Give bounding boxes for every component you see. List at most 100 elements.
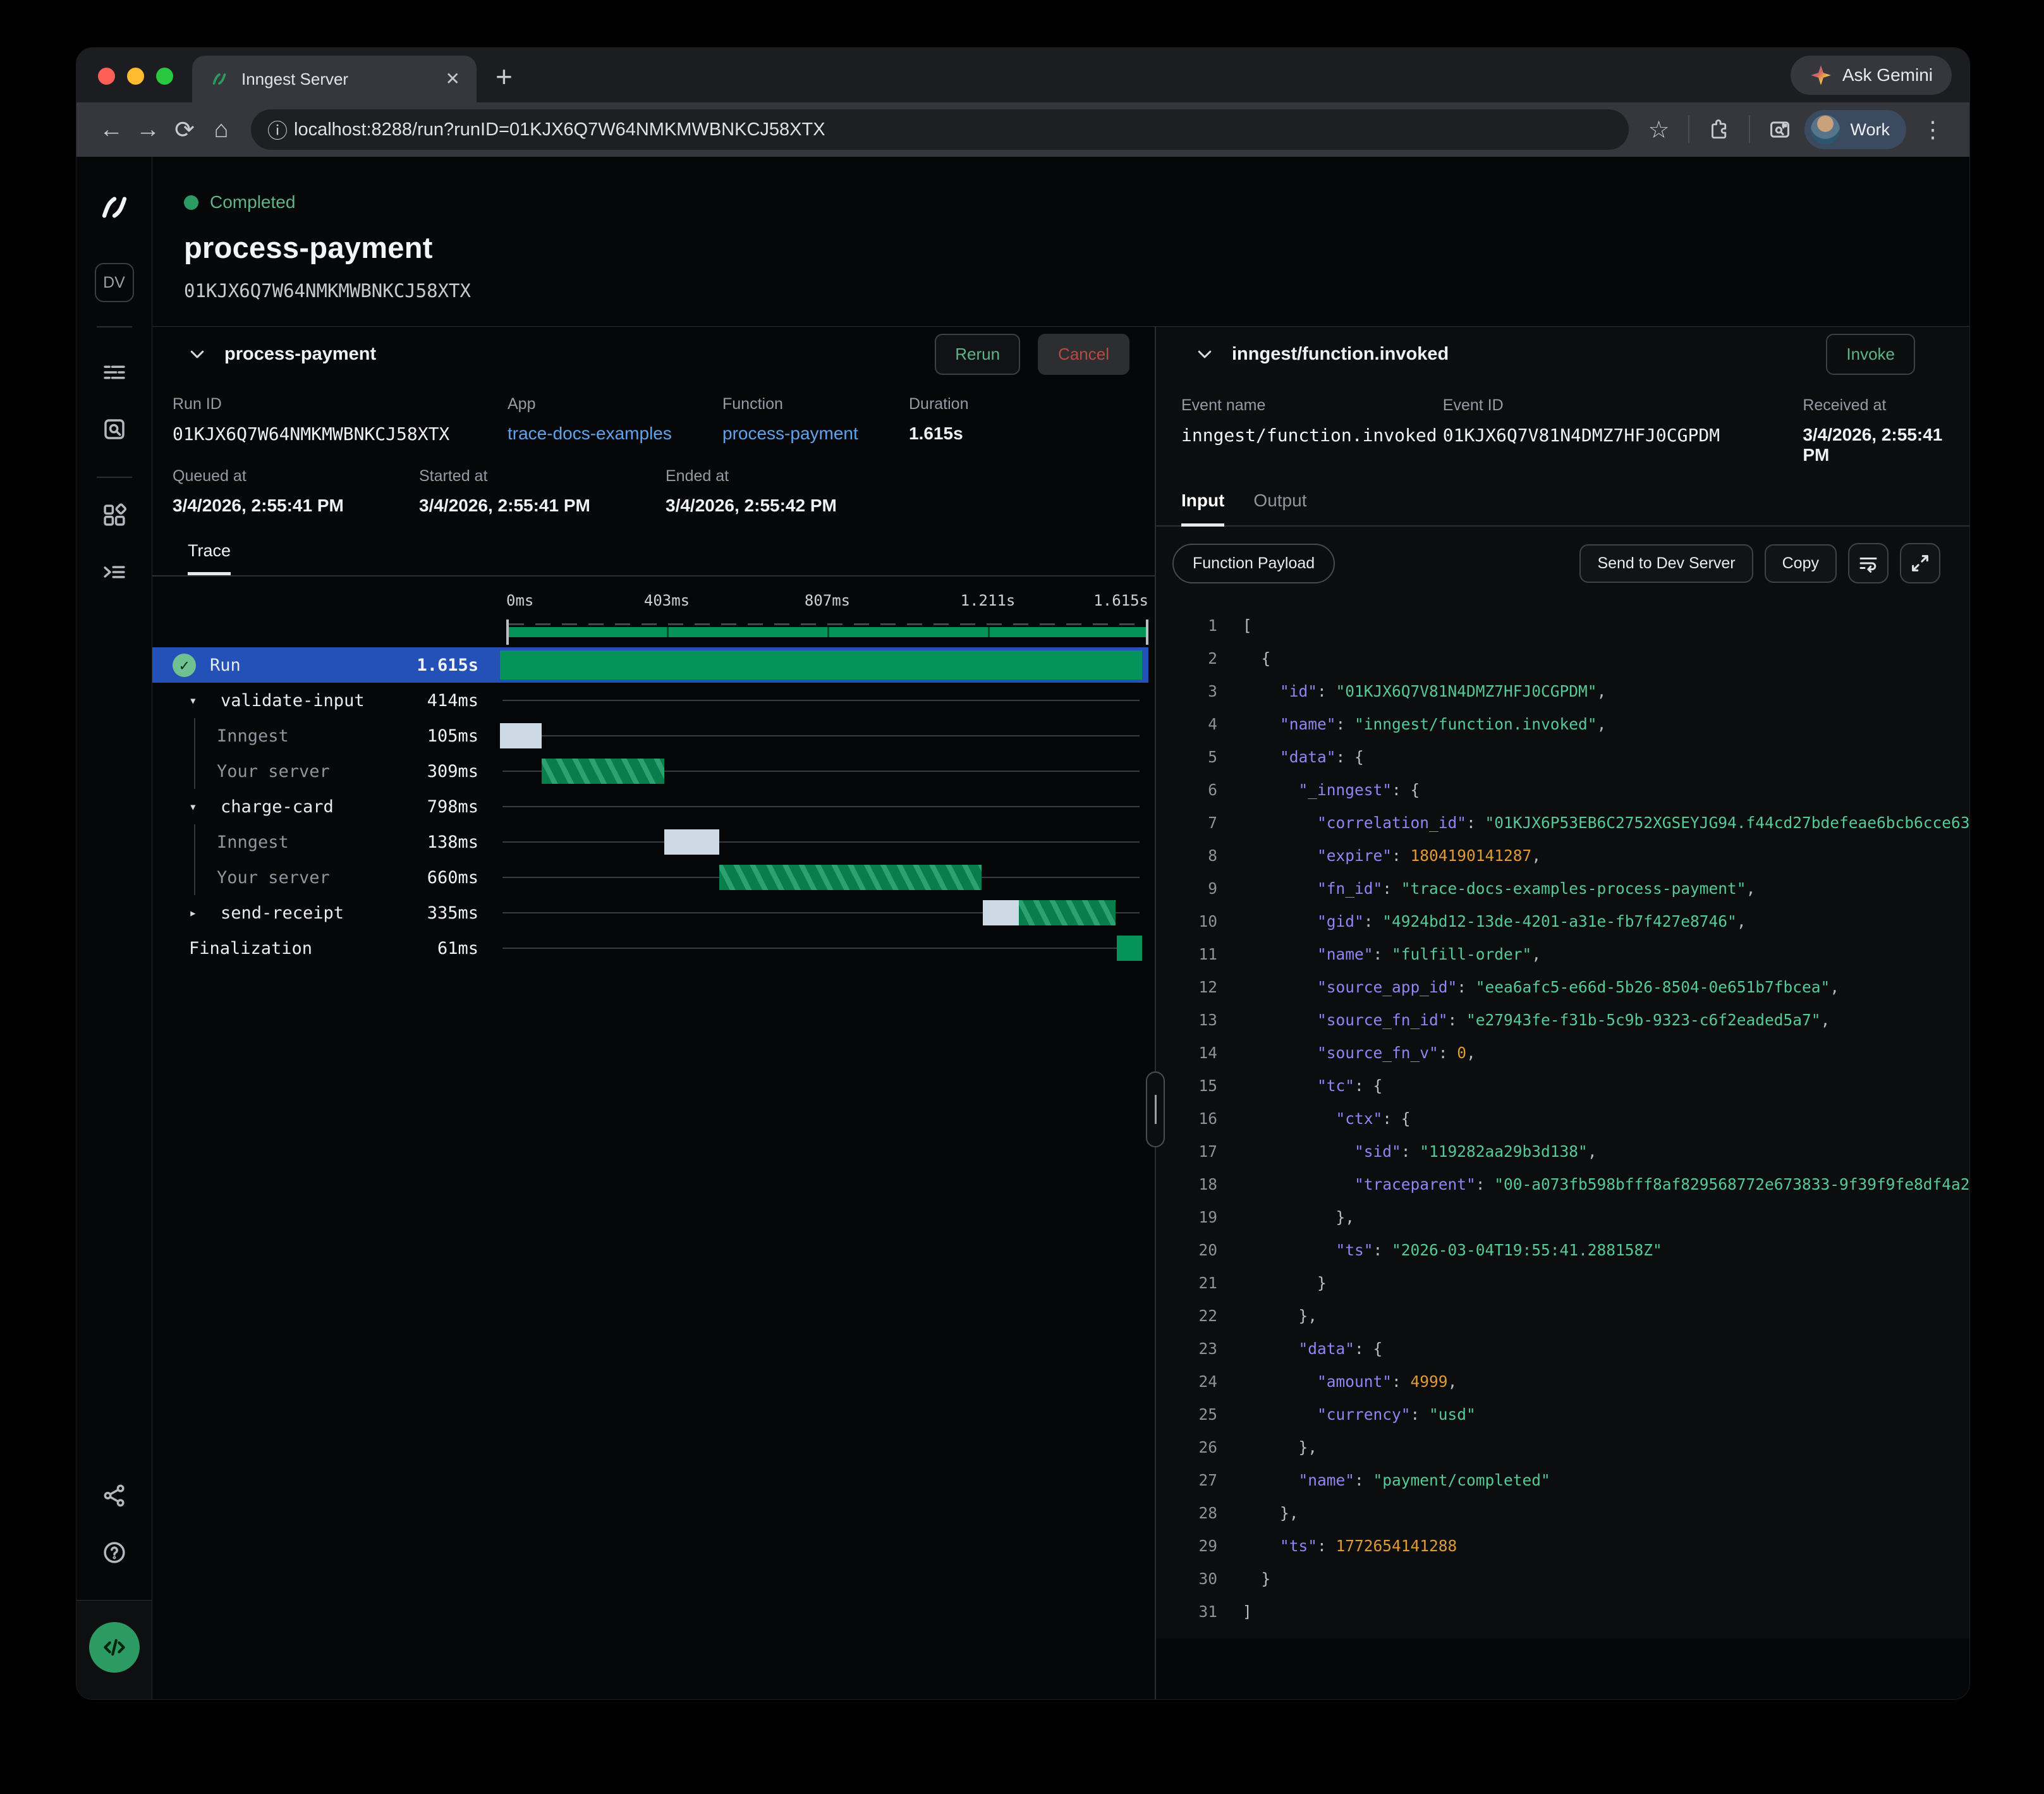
trace-step-name: Your server <box>217 762 427 781</box>
code-line: 16 "ctx": { <box>1156 1102 1969 1135</box>
share-icon[interactable] <box>94 1475 135 1516</box>
code-text: "source_fn_id": "e27943fe-f31b-5c9b-9323… <box>1243 1011 1830 1029</box>
workspace-badge[interactable]: DV <box>95 263 134 302</box>
rerun-button[interactable]: Rerun <box>935 334 1020 375</box>
minimap-divider <box>827 627 829 637</box>
forward-button[interactable]: → <box>130 111 166 148</box>
trace-row-inngest[interactable]: Inngest138ms <box>152 824 1148 860</box>
browser-menu-icon[interactable]: ⋮ <box>1913 116 1953 143</box>
trace-row-your-server[interactable]: Your server309ms <box>152 754 1148 789</box>
trace-row-inngest[interactable]: Inngest105ms <box>152 718 1148 754</box>
tab-close-icon[interactable]: ✕ <box>446 70 460 88</box>
expand-icon[interactable] <box>1900 543 1940 583</box>
line-number: 15 <box>1156 1077 1217 1095</box>
copy-button[interactable]: Copy <box>1765 544 1837 583</box>
axis-tick: 1.615s <box>1093 592 1148 609</box>
collapse-chevron-icon[interactable] <box>1195 345 1214 363</box>
trace-bar-segment <box>719 865 982 890</box>
code-text: "traceparent": "00-a073fb598bfff8af82956… <box>1243 1175 1969 1193</box>
line-number: 5 <box>1156 748 1217 766</box>
code-text: "name": "inngest/function.invoked", <box>1243 715 1606 733</box>
reload-button[interactable]: ⟳ <box>166 111 203 148</box>
event-id-label: Event ID <box>1443 396 1803 415</box>
line-number: 18 <box>1156 1175 1217 1193</box>
code-line: 4 "name": "inngest/function.invoked", <box>1156 707 1969 740</box>
sidebar-item-events-search[interactable] <box>94 408 135 450</box>
collapse-chevron-icon[interactable] <box>188 345 207 363</box>
ask-gemini-button[interactable]: Ask Gemini <box>1791 56 1952 95</box>
code-line: 29 "ts": 1772654141288 <box>1156 1529 1969 1562</box>
trace-step-name: Inngest <box>217 833 427 852</box>
trace-row-your-server[interactable]: Your server660ms <box>152 860 1148 895</box>
help-icon[interactable] <box>94 1532 135 1573</box>
trace-bar-lane <box>500 895 1142 931</box>
trace-step-name: Run <box>210 656 403 675</box>
trace-step-name: validate-input <box>221 691 412 711</box>
run-id-value: 01KJX6Q7W64NMKMWBNKCJ58XTX <box>173 424 508 444</box>
home-button[interactable]: ⌂ <box>203 111 240 148</box>
line-number: 19 <box>1156 1208 1217 1226</box>
started-at-value: 3/4/2026, 2:55:41 PM <box>419 496 666 516</box>
code-line: 18 "traceparent": "00-a073fb598bfff8af82… <box>1156 1168 1969 1200</box>
app-link[interactable]: trace-docs-examples <box>508 424 722 444</box>
profile-label: Work <box>1850 120 1890 140</box>
code-text: "source_app_id": "eea6afc5-e66d-5b26-850… <box>1243 978 1839 996</box>
code-line: 7 "correlation_id": "01KJX6P53EB6C2752XG… <box>1156 806 1969 839</box>
chevron-collapsed-icon[interactable]: ▸ <box>189 905 205 920</box>
sidebar-item-apps[interactable] <box>94 494 135 536</box>
trace-row-run[interactable]: ✓Run1.615s <box>152 647 1148 683</box>
trace-panel: process-payment Rerun Cancel Run ID 01KJ… <box>152 327 1155 1699</box>
invoke-button[interactable]: Invoke <box>1826 334 1915 375</box>
timeline-minimap[interactable] <box>506 618 1148 647</box>
browser-tab[interactable]: Inngest Server ✕ <box>192 56 477 102</box>
trace-row-finalization[interactable]: Finalization61ms <box>152 931 1148 966</box>
bookmark-star-icon[interactable]: ☆ <box>1640 111 1677 148</box>
code-line: 27 "name": "payment/completed" <box>1156 1463 1969 1496</box>
cancel-button[interactable]: Cancel <box>1038 334 1129 375</box>
chevron-expanded-icon[interactable]: ▾ <box>189 693 205 708</box>
new-tab-button[interactable]: + <box>496 59 513 94</box>
sidebar-item-runs[interactable] <box>94 351 135 393</box>
code-text: "gid": "4924bd12-13de-4201-a31e-fb7f427e… <box>1243 912 1746 931</box>
chevron-expanded-icon[interactable]: ▾ <box>189 799 205 814</box>
address-bar[interactable]: ⓘ localhost:8288/run?runID=01KJX6Q7W64NM… <box>251 109 1629 150</box>
sidebar-bottom-section <box>76 1600 152 1699</box>
window-zoom-button[interactable] <box>156 68 173 85</box>
code-line: 19 }, <box>1156 1200 1969 1233</box>
received-at-value: 3/4/2026, 2:55:41 PM <box>1803 425 1969 465</box>
function-label: Function <box>722 395 909 413</box>
trace-bar-segment <box>664 829 719 855</box>
payload-code-editor[interactable]: 1[2 {3 "id": "01KJX6Q7V81N4DMZ7HFJ0CGPDM… <box>1156 595 1969 1638</box>
minimap-end-handle[interactable] <box>1146 619 1148 645</box>
code-line: 31] <box>1156 1595 1969 1628</box>
site-info-icon[interactable]: ⓘ <box>261 115 294 144</box>
code-text: { <box>1243 649 1270 668</box>
window-minimize-button[interactable] <box>127 68 144 85</box>
line-number: 25 <box>1156 1405 1217 1424</box>
back-button[interactable]: ← <box>93 111 130 148</box>
code-line: 21 } <box>1156 1266 1969 1299</box>
browser-profile-button[interactable]: Work <box>1804 110 1906 149</box>
function-link[interactable]: process-payment <box>722 424 909 444</box>
trace-row-charge-card[interactable]: ▾charge-card798ms <box>152 789 1148 824</box>
trace-rows: ✓Run1.615s▾validate-input414msInngest105… <box>152 647 1148 966</box>
side-panel-search-icon[interactable] <box>1761 111 1798 148</box>
trace-row-send-receipt[interactable]: ▸send-receipt335ms <box>152 895 1148 931</box>
word-wrap-icon[interactable] <box>1848 543 1889 583</box>
payload-type-pill[interactable]: Function Payload <box>1172 544 1335 583</box>
tab-output[interactable]: Output <box>1253 491 1306 525</box>
tab-input[interactable]: Input <box>1181 491 1224 527</box>
sidebar-item-dev-console[interactable] <box>94 551 135 593</box>
tab-trace[interactable]: Trace <box>188 541 231 575</box>
dev-tools-button[interactable] <box>89 1622 140 1673</box>
toolbar-divider <box>1749 116 1750 143</box>
send-to-dev-server-button[interactable]: Send to Dev Server <box>1579 544 1753 583</box>
trace-row-validate-input[interactable]: ▾validate-input414ms <box>152 683 1148 718</box>
event-name-label: Event name <box>1181 396 1443 415</box>
trace-bar-lane <box>500 860 1142 895</box>
inngest-logo-icon <box>94 187 135 228</box>
extensions-icon[interactable] <box>1701 111 1737 148</box>
window-close-button[interactable] <box>98 68 115 85</box>
code-line: 2 { <box>1156 642 1969 674</box>
panel-resize-handle[interactable] <box>1146 1071 1165 1147</box>
